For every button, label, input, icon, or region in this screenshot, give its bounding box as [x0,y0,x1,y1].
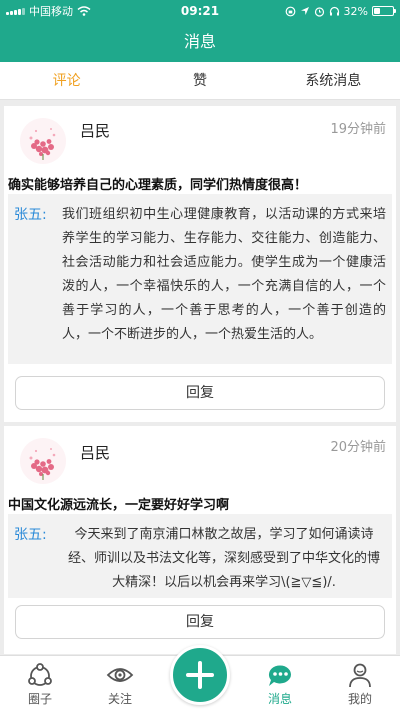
quote-author: 张五: [14,207,47,223]
tab-system-messages[interactable]: 系统消息 [267,62,400,99]
status-bar: 中国移动 09:21 32% [0,0,400,22]
quote-text: 今天来到了南京浦口林散之故居，学习了如何诵读诗经、师训以及书法文化等，深刻感受到… [67,527,380,590]
nav-label-mine: 我的 [347,692,372,706]
signal-icon [6,7,25,15]
message-card: 吕民 20分钟前 中国文化源远流长，一定要好好学习啊 张五: 今天来到了南京浦口… [4,426,396,654]
user-icon [349,663,371,688]
headphones-icon [329,6,339,15]
comment-text: 确实能够培养自己的心理素质，同学们热情度很高！ [8,178,308,193]
wifi-icon [77,6,91,16]
plus-icon [186,661,214,689]
battery-icon [372,6,396,16]
reply-button[interactable]: 回复 [15,605,385,639]
nav-label-messages: 消息 [267,692,292,706]
author-name: 吕民 [80,122,111,140]
app-header: 中国移动 09:21 32% 消息 [0,0,400,62]
carrier-label: 中国移动 [29,5,73,18]
comment-text: 中国文化源远流长，一定要好好学习啊 [8,498,230,513]
circle-icon [28,663,52,686]
message-tabs: 评论 赞 系统消息 [0,62,400,100]
chat-icon [268,665,291,686]
quoted-post[interactable]: 张五: 我们班组织初中生心理健康教育，以活动课的方式来培养学生的学习能力、生存能… [8,194,392,364]
avatar[interactable] [20,438,66,484]
quote-text: 我们班组织初中生心理健康教育，以活动课的方式来培养学生的学习能力、生存能力、交往… [62,207,386,342]
nav-item-mine[interactable]: 我的 [320,656,400,707]
reply-button[interactable]: 回复 [15,376,385,410]
orientation-lock-icon [285,6,295,16]
location-icon [300,7,309,15]
nav-label-follow: 关注 [107,692,132,706]
message-card: 吕民 19分钟前 确实能够培养自己的心理素质，同学们热情度很高！ 张五: 我们班… [4,106,396,422]
quoted-post[interactable]: 张五: 今天来到了南京浦口林散之故居，学习了如何诵读诗经、师训以及书法文化等，深… [8,514,392,598]
nav-item-messages[interactable]: 消息 [240,656,320,707]
compose-button[interactable] [170,645,230,705]
tab-likes[interactable]: 赞 [133,62,266,99]
battery-percent: 32% [343,4,368,18]
author-name: 吕民 [80,444,111,462]
nav-label-circle: 圈子 [27,692,52,706]
nav-item-follow[interactable]: 关注 [80,656,160,707]
message-time: 20分钟前 [330,440,386,455]
message-time: 19分钟前 [330,122,386,137]
avatar[interactable] [20,118,66,164]
quote-author: 张五: [14,527,47,543]
page-title: 消息 [183,32,216,51]
battery-level [374,8,380,14]
nav-item-circle[interactable]: 圈子 [0,656,80,707]
eye-icon [106,668,134,682]
tab-comments[interactable]: 评论 [0,62,133,99]
alarm-icon [314,6,324,17]
